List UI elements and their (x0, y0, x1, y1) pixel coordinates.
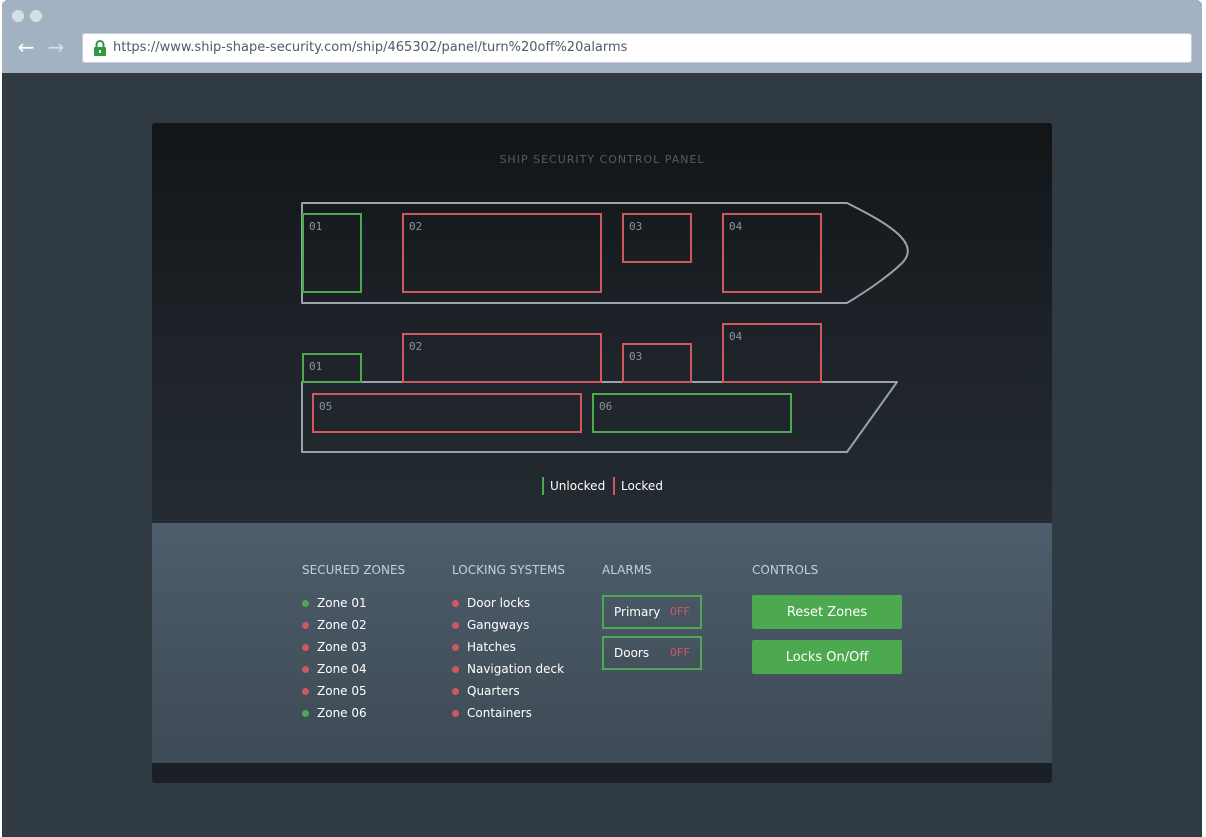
side-zone-label: 02 (409, 340, 422, 353)
status-dot-icon (302, 600, 309, 607)
ship-diagram-area: SHIP SECURITY CONTROL PANEL 01 02 03 04 01 0… (152, 123, 1052, 523)
alarm-name: Primary (614, 605, 661, 619)
locks-toggle-button[interactable]: Locks On/Off (752, 640, 902, 674)
status-dot-icon (302, 622, 309, 629)
top-zone-label: 03 (629, 220, 642, 233)
side-zone-05[interactable] (312, 393, 582, 433)
url-text: https://www.ship-shape-security.com/ship… (113, 40, 628, 55)
back-arrow-icon[interactable]: ← (13, 34, 39, 60)
side-zone-06[interactable] (592, 393, 792, 433)
locking-system-item: Hatches (452, 639, 565, 661)
status-dot-icon (302, 644, 309, 651)
window-dot-minimize[interactable] (30, 10, 42, 22)
status-dot-icon (452, 688, 459, 695)
lock-icon (94, 40, 106, 56)
secured-zones-title: SECURED ZONES (302, 563, 406, 577)
side-zone-label: 01 (309, 360, 322, 373)
locking-systems-column: LOCKING SYSTEMS Door locks Gangways Hatche… (452, 563, 565, 727)
secured-zone-item-label: Zone 04 (317, 662, 367, 676)
side-zone-label: 03 (629, 350, 642, 363)
ship-side-hull (301, 381, 898, 453)
locking-system-item-label: Containers (467, 706, 532, 720)
secured-zone-item-label: Zone 06 (317, 706, 367, 720)
locking-system-item: Navigation deck (452, 661, 565, 683)
locking-system-item-label: Door locks (467, 596, 531, 610)
status-area: SECURED ZONES Zone 01 Zone 02 Zone 03 Zone … (152, 523, 1052, 763)
locking-system-item-label: Gangways (467, 618, 530, 632)
status-dot-icon (302, 666, 309, 673)
locking-system-item: Containers (452, 705, 565, 727)
panel-footer (152, 763, 1052, 783)
locking-system-item: Door locks (452, 595, 565, 617)
address-bar[interactable]: https://www.ship-shape-security.com/ship… (82, 33, 1192, 63)
status-dot-icon (452, 600, 459, 607)
status-dot-icon (452, 710, 459, 717)
ship-diagram: 01 02 03 04 01 02 03 04 05 06 (301, 202, 909, 453)
browser-chrome: ← → https://www.ship-shape-security.com/… (2, 0, 1202, 73)
alarm-state: OFF (670, 605, 690, 618)
side-zone-02[interactable] (402, 333, 602, 383)
alarm-name: Doors (614, 646, 650, 660)
alarm-toggle-doors[interactable]: Doors OFF (602, 636, 702, 670)
top-zone-02[interactable] (402, 213, 602, 293)
alarms-title: ALARMS (602, 563, 652, 577)
side-zone-label: 04 (729, 330, 743, 343)
alarm-toggle-primary[interactable]: Primary OFF (602, 595, 702, 629)
secured-zone-item: Zone 01 (302, 595, 405, 617)
secured-zone-item: Zone 02 (302, 617, 405, 639)
alarm-state: OFF (670, 646, 690, 659)
locking-systems-title: LOCKING SYSTEMS (452, 563, 566, 577)
top-zone-label: 04 (729, 220, 743, 233)
locking-system-item: Gangways (452, 617, 565, 639)
secured-zone-item: Zone 06 (302, 705, 405, 727)
locking-system-item: Quarters (452, 683, 565, 705)
status-dot-icon (302, 710, 309, 717)
secured-zone-item: Zone 04 (302, 661, 405, 683)
locking-system-item-label: Hatches (467, 640, 516, 654)
status-dot-icon (452, 622, 459, 629)
secured-zone-item-label: Zone 01 (317, 596, 367, 610)
window-dot-close[interactable] (12, 10, 24, 22)
status-dot-icon (302, 688, 309, 695)
ship-top-hull (301, 202, 909, 304)
forward-arrow-icon[interactable]: → (43, 34, 69, 60)
control-panel: SHIP SECURITY CONTROL PANEL 01 02 03 04 01 0… (152, 123, 1052, 783)
locking-system-item-label: Navigation deck (467, 662, 565, 676)
reset-zones-button[interactable]: Reset Zones (752, 595, 902, 629)
secured-zone-item-label: Zone 05 (317, 684, 367, 698)
side-zone-label: 06 (599, 400, 612, 413)
side-zone-label: 05 (319, 400, 332, 413)
secured-zone-item: Zone 05 (302, 683, 405, 705)
top-zone-label: 01 (309, 220, 322, 233)
controls-title: CONTROLS (752, 563, 819, 577)
secured-zone-item: Zone 03 (302, 639, 405, 661)
secured-zone-item-label: Zone 03 (317, 640, 367, 654)
status-dot-icon (452, 644, 459, 651)
status-dot-icon (452, 666, 459, 673)
browser-window: ← → https://www.ship-shape-security.com/… (2, 0, 1202, 837)
secured-zones-column: SECURED ZONES Zone 01 Zone 02 Zone 03 Zone … (302, 563, 405, 727)
legend-locked: Locked (613, 477, 663, 495)
controls-column: CONTROLS Reset Zones Locks On/Off (752, 563, 902, 685)
secured-zone-item-label: Zone 02 (317, 618, 367, 632)
locking-system-item-label: Quarters (467, 684, 520, 698)
alarms-column: ALARMS Primary OFF Doors OFF (602, 563, 702, 677)
top-zone-label: 02 (409, 220, 422, 233)
legend-unlocked: Unlocked (542, 477, 605, 495)
